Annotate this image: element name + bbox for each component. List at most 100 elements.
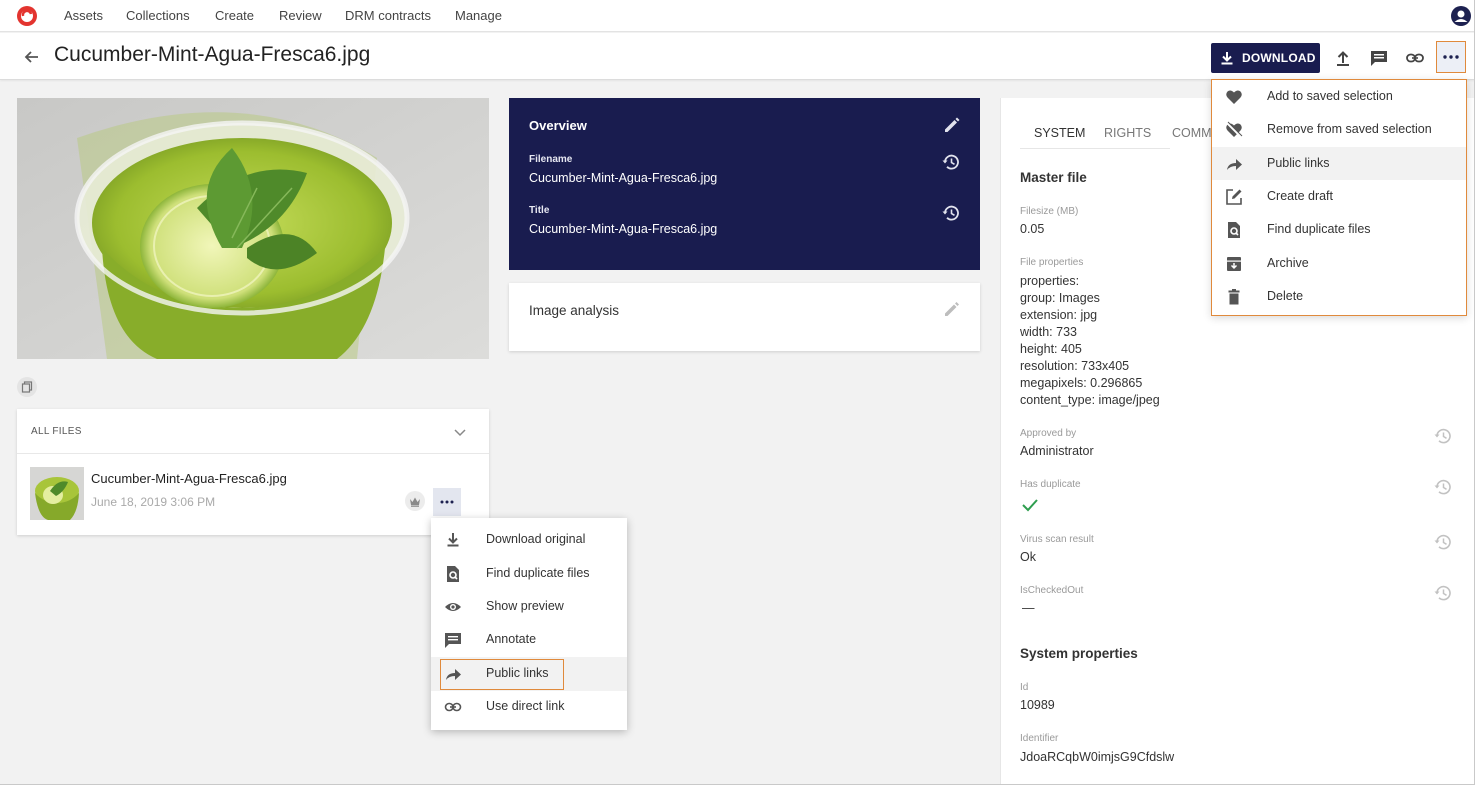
property-row: width: 733 — [1020, 324, 1160, 341]
menu-find-duplicate-files[interactable]: Find duplicate files — [1212, 213, 1466, 246]
heart-broken-icon — [1225, 121, 1243, 139]
checked-out-label: IsCheckedOut — [1020, 585, 1084, 596]
file-properties-label: File properties — [1020, 257, 1084, 268]
file-menu-find-duplicate[interactable]: Find duplicate files — [431, 558, 627, 591]
system-properties-heading: System properties — [1020, 646, 1138, 661]
back-arrow-icon[interactable] — [22, 47, 42, 67]
menu-archive[interactable]: Archive — [1212, 247, 1466, 280]
find-file-icon — [1225, 221, 1243, 239]
menu-delete[interactable]: Delete — [1212, 280, 1466, 313]
download-icon — [444, 531, 462, 549]
all-files-header[interactable] — [17, 409, 489, 454]
file-menu-label: Show preview — [486, 599, 564, 613]
has-duplicate-label: Has duplicate — [1020, 479, 1081, 490]
app-logo-icon[interactable] — [16, 5, 38, 27]
tab-system[interactable]: SYSTEM — [1034, 126, 1085, 140]
file-menu-download-original[interactable]: Download original — [431, 524, 627, 557]
file-menu-label: Annotate — [486, 632, 537, 646]
menu-public-links[interactable]: Public links — [1212, 147, 1466, 180]
property-text: 0.296865 — [1086, 376, 1143, 390]
tabs-divider — [1020, 148, 1170, 149]
nav-item-collections[interactable]: Collections — [126, 8, 190, 23]
checked-out-value: — — [1022, 601, 1035, 615]
chevron-down-icon[interactable] — [452, 425, 468, 439]
file-thumbnail[interactable] — [30, 467, 84, 520]
image-analysis-title: Image analysis — [529, 303, 620, 318]
more-dots-icon — [440, 500, 454, 504]
tab-rights[interactable]: RIGHTS — [1104, 126, 1151, 140]
overview-title: Overview — [529, 118, 587, 133]
file-menu-label: Use direct link — [486, 699, 565, 713]
property-row: resolution: 733x405 — [1020, 358, 1160, 375]
more-dots-icon — [1443, 55, 1459, 59]
link-icon[interactable] — [1404, 47, 1426, 69]
eye-icon — [444, 598, 462, 616]
file-menu-annotate[interactable]: Annotate — [431, 624, 627, 657]
trash-icon — [1225, 288, 1243, 306]
property-text: megapixels: — [1020, 376, 1087, 390]
approved-by-value: Administrator — [1020, 444, 1094, 458]
upload-icon[interactable] — [1332, 47, 1354, 69]
history-icon[interactable] — [1433, 583, 1453, 603]
menu-create-draft[interactable]: Create draft — [1212, 180, 1466, 213]
property-text: resolution: — [1020, 359, 1078, 373]
property-text: group: — [1020, 291, 1056, 305]
id-value: 10989 — [1020, 698, 1055, 712]
menu-label: Public links — [1267, 156, 1330, 170]
property-text: extension: — [1020, 308, 1077, 322]
property-row: content_type: image/jpeg — [1020, 392, 1160, 409]
history-icon[interactable] — [1433, 477, 1453, 497]
file-date: June 18, 2019 3:06 PM — [91, 495, 216, 509]
asset-preview-image[interactable] — [17, 98, 489, 359]
file-name[interactable]: Cucumber-Mint-Agua-Fresca6.jpg — [91, 471, 287, 486]
menu-label: Create draft — [1267, 189, 1334, 203]
nav-item-assets[interactable]: Assets — [64, 8, 103, 23]
property-row: extension: jpg — [1020, 307, 1160, 324]
file-menu-focus-outline — [440, 659, 564, 690]
property-row: megapixels: 0.296865 — [1020, 375, 1160, 392]
property-text: jpg — [1076, 308, 1098, 322]
property-row: properties: — [1020, 273, 1160, 290]
file-properties-list: properties: group: Images extension: jpg… — [1020, 273, 1160, 409]
comment-icon[interactable] — [1368, 47, 1390, 69]
copy-icon[interactable] — [17, 377, 37, 397]
property-text: Images — [1055, 291, 1100, 305]
history-icon[interactable] — [1433, 426, 1453, 446]
approved-by-label: Approved by — [1020, 428, 1077, 439]
file-more-options-button[interactable] — [433, 488, 461, 516]
crown-icon — [405, 491, 425, 511]
nav-item-create[interactable]: Create — [215, 8, 254, 23]
menu-label: Archive — [1267, 256, 1309, 270]
tab-comments[interactable]: COMM — [1172, 126, 1212, 140]
file-menu-label: Find duplicate files — [486, 566, 590, 580]
property-text: height: — [1020, 342, 1058, 356]
menu-remove-from-saved-selection[interactable]: Remove from saved selection — [1212, 113, 1466, 146]
property-text: content_type: — [1020, 393, 1096, 407]
filesize-label: Filesize (MB) — [1020, 206, 1079, 217]
history-icon[interactable] — [1433, 532, 1453, 552]
comment-icon — [444, 631, 462, 649]
heart-icon — [1225, 88, 1243, 106]
more-options-button[interactable] — [1436, 41, 1466, 73]
history-icon[interactable] — [941, 152, 961, 172]
history-icon[interactable] — [941, 203, 961, 223]
edit-pencil-icon[interactable] — [942, 115, 962, 135]
property-text: image/jpeg — [1095, 393, 1160, 407]
id-label: Id — [1020, 682, 1029, 693]
menu-add-to-saved-selection[interactable]: Add to saved selection — [1212, 80, 1466, 113]
nav-item-drm-contracts[interactable]: DRM contracts — [345, 8, 431, 23]
overview-title-value: Cucumber-Mint-Agua-Fresca6.jpg — [529, 222, 718, 236]
filesize-value: 0.05 — [1020, 222, 1045, 236]
edit-pencil-icon[interactable] — [943, 300, 961, 318]
file-menu-show-preview[interactable]: Show preview — [431, 591, 627, 624]
menu-label: Delete — [1267, 289, 1304, 303]
menu-label: Remove from saved selection — [1267, 122, 1432, 136]
download-button[interactable]: DOWNLOAD — [1211, 43, 1320, 73]
nav-item-review[interactable]: Review — [279, 8, 322, 23]
user-avatar-icon[interactable] — [1451, 6, 1471, 26]
virus-scan-value: Ok — [1020, 550, 1036, 564]
menu-label: Find duplicate files — [1267, 222, 1371, 236]
file-menu-use-direct-link[interactable]: Use direct link — [431, 691, 627, 724]
nav-item-manage[interactable]: Manage — [455, 8, 502, 23]
archive-icon — [1225, 255, 1243, 273]
